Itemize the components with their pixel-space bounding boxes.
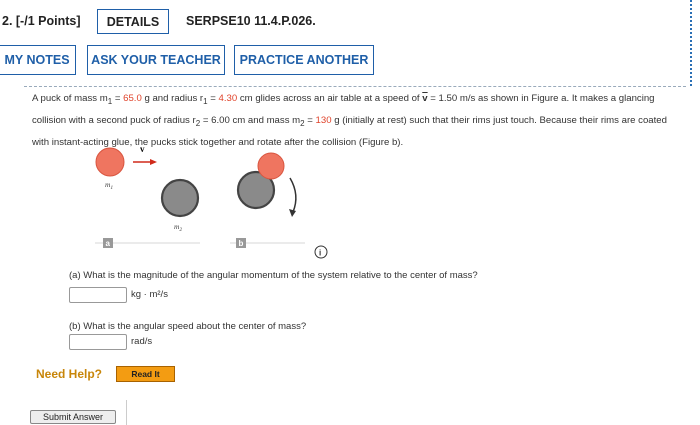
question-b-text: (b) What is the angular speed about the … xyxy=(69,321,307,332)
need-help-label: Need Help? xyxy=(36,367,103,381)
read-it-button[interactable]: Read It xyxy=(116,366,175,382)
question-a-text: (a) What is the magnitude of the angular… xyxy=(69,270,478,281)
tag-b: b xyxy=(239,239,244,248)
velocity-label: v xyxy=(140,144,145,154)
puck-m1-a xyxy=(95,147,125,177)
divider-vertical xyxy=(126,400,127,425)
m2-label: m2 xyxy=(174,222,182,233)
tag-a: a xyxy=(106,239,111,248)
velocity-arrowhead xyxy=(150,159,157,165)
rotation-arrowhead xyxy=(289,209,296,217)
answer-b-input[interactable] xyxy=(69,334,127,350)
m1-label: m1 xyxy=(105,180,113,191)
collision-figure: v m1 m2 a b i xyxy=(95,144,328,259)
answer-a-input[interactable] xyxy=(69,287,127,303)
submit-answer-button[interactable]: Submit Answer xyxy=(30,410,116,424)
answer-b-unit: rad/s xyxy=(131,336,153,347)
rotation-arrow xyxy=(289,177,297,213)
info-icon-glyph: i xyxy=(319,249,321,258)
puck-m2-a xyxy=(160,178,200,218)
puck-m1-b xyxy=(257,152,285,180)
answer-a-unit: kg · m²/s xyxy=(131,289,168,300)
